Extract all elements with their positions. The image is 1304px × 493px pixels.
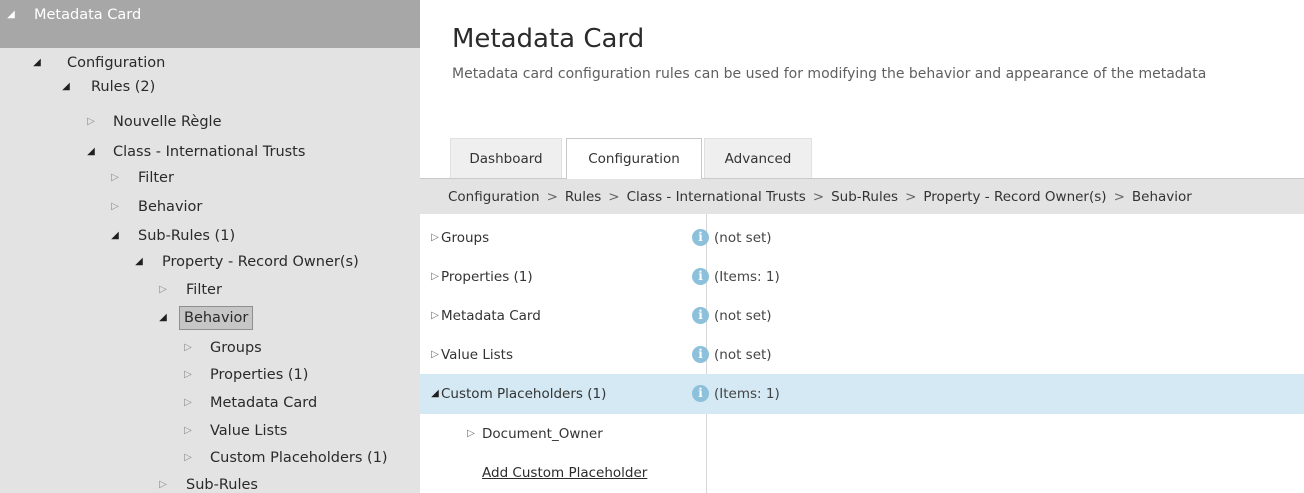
breadcrumb-separator: > <box>546 189 558 205</box>
tree-node-sub-rules[interactable]: ◢ Sub-Rules (1) <box>0 224 420 248</box>
breadcrumb-item[interactable]: Sub-Rules <box>831 189 898 205</box>
collapsed-triangle-icon[interactable]: ▷ <box>181 419 195 443</box>
tree-node-label: Metadata Card <box>210 395 318 411</box>
property-name: Custom Placeholders (1) <box>441 386 607 402</box>
tab-configuration[interactable]: Configuration <box>566 138 702 179</box>
info-icon[interactable]: i <box>692 229 709 246</box>
tree-node-groups[interactable]: ▷ Groups <box>0 336 420 360</box>
tree-node-label: Behavior <box>179 306 254 330</box>
breadcrumb-item[interactable]: Behavior <box>1132 189 1192 205</box>
page-title: Metadata Card <box>452 24 645 54</box>
expanded-triangle-icon[interactable]: ◢ <box>4 0 18 30</box>
property-row-metadata-card[interactable]: ▷ Metadata Card i (not set) <box>420 296 1304 336</box>
expanded-triangle-icon[interactable]: ◢ <box>108 224 122 248</box>
tree-node-label: Property - Record Owner(s) <box>162 254 359 270</box>
info-icon[interactable]: i <box>692 385 709 402</box>
main-content: Metadata Card Metadata card configuratio… <box>420 0 1304 493</box>
tree-node-label: Metadata Card <box>34 7 142 23</box>
tree-node-label: Properties (1) <box>210 367 309 383</box>
property-row-properties[interactable]: ▷ Properties (1) i (Items: 1) <box>420 257 1304 297</box>
collapsed-triangle-icon[interactable]: ▷ <box>428 296 442 336</box>
tree-node-label: Configuration <box>67 55 166 71</box>
collapsed-triangle-icon[interactable]: ▷ <box>181 446 195 470</box>
tree-node-property-record-owners[interactable]: ◢ Property - Record Owner(s) <box>0 250 420 274</box>
tree-node-label: Behavior <box>138 199 203 215</box>
property-name: Metadata Card <box>441 308 541 324</box>
tree-node-label: Class - International Trusts <box>113 144 306 160</box>
tree-node-label: Value Lists <box>210 423 288 439</box>
placeholder-name: Document_Owner <box>482 426 603 442</box>
collapsed-triangle-icon[interactable]: ▷ <box>156 278 170 302</box>
tree-node-label: Rules (2) <box>91 79 156 95</box>
collapsed-triangle-icon[interactable]: ▷ <box>108 195 122 219</box>
info-icon[interactable]: i <box>692 268 709 285</box>
collapsed-triangle-icon[interactable]: ▷ <box>108 166 122 190</box>
tab-dashboard[interactable]: Dashboard <box>450 138 562 178</box>
tree-node-custom-placeholders[interactable]: ▷ Custom Placeholders (1) <box>0 446 420 470</box>
tree-node-label: Nouvelle Règle <box>113 114 222 130</box>
collapsed-triangle-icon[interactable]: ▷ <box>428 335 442 375</box>
property-name: Groups <box>441 230 490 246</box>
collapsed-triangle-icon[interactable]: ▷ <box>84 110 98 134</box>
placeholder-row-document-owner[interactable]: ▷ Document_Owner <box>420 414 706 454</box>
collapsed-triangle-icon[interactable]: ▷ <box>428 257 442 297</box>
info-icon[interactable]: i <box>692 346 709 363</box>
property-name: Value Lists <box>441 347 513 363</box>
tree-node-filter[interactable]: ▷ Filter <box>0 278 420 302</box>
tree-node-label: Filter <box>186 282 222 298</box>
collapsed-triangle-icon[interactable]: ▷ <box>428 218 442 258</box>
tree-node-class-international-trusts[interactable]: ◢ Class - International Trusts <box>0 140 420 164</box>
expanded-triangle-icon[interactable]: ◢ <box>59 75 73 99</box>
expanded-triangle-icon[interactable]: ◢ <box>132 250 146 274</box>
property-row-groups[interactable]: ▷ Groups i (not set) <box>420 218 1304 258</box>
property-value[interactable]: (Items: 1) <box>714 257 780 297</box>
collapsed-triangle-icon[interactable]: ▷ <box>464 414 478 454</box>
collapsed-triangle-icon[interactable]: ▷ <box>181 391 195 415</box>
info-icon[interactable]: i <box>692 307 709 324</box>
tree-node-label: Groups <box>210 340 262 356</box>
tree-node-metadata-card-root[interactable]: ◢ Metadata Card <box>0 0 420 48</box>
property-value[interactable]: (not set) <box>714 296 772 336</box>
breadcrumb-separator: > <box>905 189 917 205</box>
add-custom-placeholder-link[interactable]: Add Custom Placeholder <box>482 462 647 484</box>
breadcrumb-separator: > <box>812 189 825 205</box>
property-value[interactable]: (Items: 1) <box>714 374 780 414</box>
tree-node-value-lists[interactable]: ▷ Value Lists <box>0 419 420 443</box>
collapsed-triangle-icon[interactable]: ▷ <box>156 473 170 493</box>
tree-node-label: Sub-Rules (1) <box>138 228 236 244</box>
property-value[interactable]: (not set) <box>714 218 772 258</box>
tree-node-label: Custom Placeholders (1) <box>210 450 388 466</box>
breadcrumb-separator: > <box>1113 189 1125 205</box>
property-row-custom-placeholders[interactable]: ◢ Custom Placeholders (1) i (Items: 1) <box>420 374 1304 414</box>
expanded-triangle-icon[interactable]: ◢ <box>156 306 170 330</box>
tree-node-metadata-card[interactable]: ▷ Metadata Card <box>0 391 420 415</box>
tree-node-behavior-selected[interactable]: ◢ Behavior <box>0 306 420 330</box>
tree-node-label: Filter <box>138 170 174 186</box>
property-value[interactable]: (not set) <box>714 335 772 375</box>
tree-node-label: Sub-Rules <box>186 477 258 493</box>
tree-node-configuration[interactable]: ◢ Configuration <box>0 51 420 75</box>
collapsed-triangle-icon[interactable]: ▷ <box>181 363 195 387</box>
breadcrumb-item[interactable]: Class - International Trusts <box>627 189 806 205</box>
expanded-triangle-icon[interactable]: ◢ <box>428 374 442 414</box>
tree-node-sub-rules-child[interactable]: ▷ Sub-Rules <box>0 473 420 493</box>
expanded-triangle-icon[interactable]: ◢ <box>84 140 98 164</box>
property-row-value-lists[interactable]: ▷ Value Lists i (not set) <box>420 335 1304 375</box>
breadcrumb: Configuration > Rules > Class - Internationa… <box>420 178 1304 214</box>
collapsed-triangle-icon[interactable]: ▷ <box>181 336 195 360</box>
tree-node-rules[interactable]: ◢ Rules (2) <box>0 75 420 99</box>
property-name: Properties (1) <box>441 269 533 285</box>
tree-node-behavior[interactable]: ▷ Behavior <box>0 195 420 219</box>
breadcrumb-item[interactable]: Configuration <box>448 189 540 205</box>
tree-node-properties[interactable]: ▷ Properties (1) <box>0 363 420 387</box>
navigation-tree: ◢ Metadata Card ◢ Configuration ◢ Rules … <box>0 0 420 493</box>
breadcrumb-item[interactable]: Rules <box>565 189 601 205</box>
tab-advanced[interactable]: Advanced <box>704 138 812 178</box>
tree-node-nouvelle-regle[interactable]: ▷ Nouvelle Règle <box>0 110 420 134</box>
breadcrumb-separator: > <box>608 189 620 205</box>
breadcrumb-item[interactable]: Property - Record Owner(s) <box>923 189 1106 205</box>
tree-node-filter[interactable]: ▷ Filter <box>0 166 420 190</box>
page-description: Metadata card configuration rules can be… <box>452 66 1207 82</box>
expanded-triangle-icon[interactable]: ◢ <box>30 51 44 75</box>
